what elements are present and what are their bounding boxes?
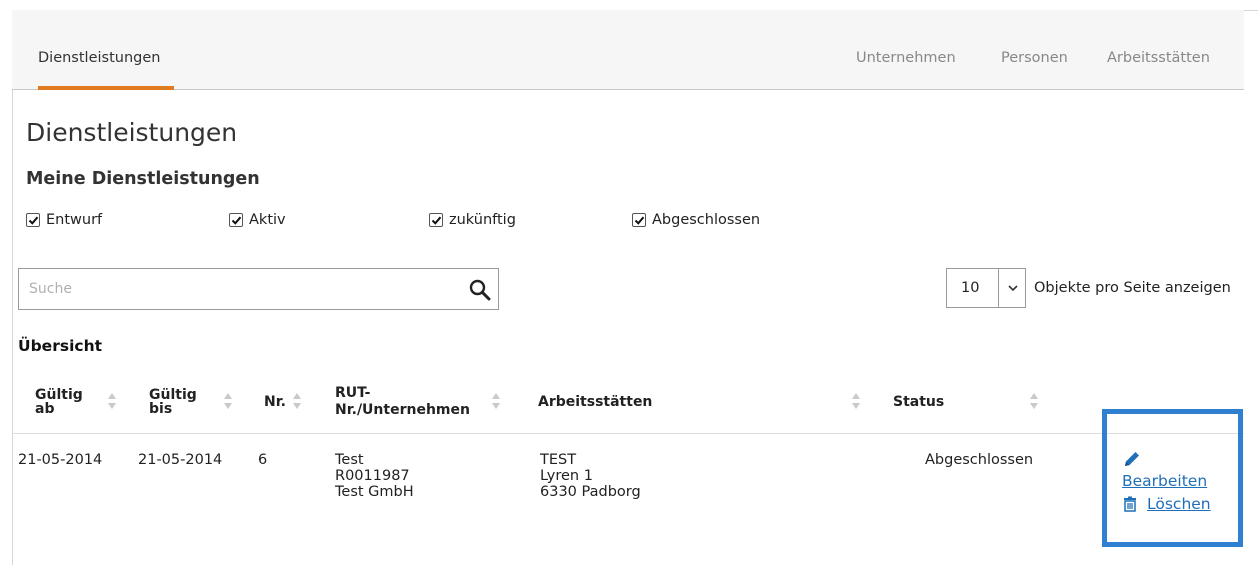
search-icon[interactable]	[468, 278, 492, 306]
filter-label: Entwurf	[46, 212, 103, 228]
tab-unternehmen[interactable]: Unternehmen	[856, 50, 956, 66]
filter-label: Aktiv	[249, 212, 286, 228]
search-input[interactable]: Suche	[18, 268, 499, 310]
filter-label: Abgeschlossen	[652, 212, 761, 228]
cell-nr: 6	[258, 452, 268, 468]
checkbox-checked-icon[interactable]	[229, 213, 243, 227]
cell-line: Lyren 1	[540, 468, 593, 484]
sort-icon[interactable]	[223, 392, 233, 410]
header-label: Status	[893, 394, 945, 410]
header-valid-from[interactable]: Gültig ab	[35, 388, 83, 416]
trash-icon[interactable]	[1122, 496, 1138, 516]
cell-line: 6330 Padborg	[540, 484, 641, 500]
cell-status: Abgeschlossen	[925, 452, 1034, 468]
cell-line: R0011987	[335, 468, 410, 484]
header-label: Arbeitsstätten	[538, 394, 653, 410]
checkbox-checked-icon[interactable]	[429, 213, 443, 227]
header-label: ab	[35, 401, 55, 417]
header-label: RUT-	[335, 385, 371, 401]
cell-line: Test	[335, 452, 364, 468]
header-nr[interactable]: Nr.	[264, 395, 286, 409]
cell-line: TEST	[540, 452, 577, 468]
sort-icon[interactable]	[292, 392, 302, 410]
filter-aktiv[interactable]: Aktiv	[229, 212, 286, 228]
cell-worksites: TEST Lyren 1 6330 Padborg	[540, 452, 641, 500]
page-size-label: Objekte pro Seite anzeigen	[1034, 280, 1231, 296]
sort-icon[interactable]	[107, 392, 117, 410]
edit-link[interactable]: Bearbeiten	[1122, 472, 1207, 490]
page-size-value: 10	[961, 280, 980, 296]
filter-abgeschlossen[interactable]: Abgeschlossen	[632, 212, 760, 228]
cell-valid-from: 21-05-2014	[18, 452, 103, 468]
header-label: Nr./Unternehmen	[335, 402, 470, 418]
filter-entwurf[interactable]: Entwurf	[26, 212, 102, 228]
header-label: Gültig	[35, 387, 83, 403]
chevron-down-icon[interactable]	[998, 269, 1026, 307]
tab-arbeitsstaetten[interactable]: Arbeitsstätten	[1107, 50, 1210, 66]
header-label: bis	[149, 401, 173, 417]
header-worksites[interactable]: Arbeitsstätten	[538, 395, 652, 409]
overview-title: Übersicht	[18, 337, 103, 355]
header-label: Nr.	[264, 394, 286, 410]
page-size-select[interactable]: 10	[946, 268, 1026, 308]
header-valid-to[interactable]: Gültig bis	[149, 388, 197, 416]
tab-dienstleistungen[interactable]: Dienstleistungen	[38, 50, 160, 66]
delete-link[interactable]: Löschen	[1147, 495, 1211, 513]
header-status[interactable]: Status	[893, 395, 944, 409]
sort-icon[interactable]	[851, 392, 861, 410]
sort-icon[interactable]	[1029, 392, 1039, 410]
checkbox-checked-icon[interactable]	[632, 213, 646, 227]
cell-valid-to: 21-05-2014	[138, 452, 223, 468]
cell-line: Test GmbH	[335, 484, 414, 500]
filter-label: zukünftig	[449, 212, 516, 228]
search-placeholder: Suche	[29, 281, 72, 297]
pencil-icon[interactable]	[1122, 449, 1142, 473]
checkbox-checked-icon[interactable]	[26, 213, 40, 227]
filter-zukuenftig[interactable]: zukünftig	[429, 212, 516, 228]
header-label: Gültig	[149, 387, 197, 403]
tab-personen[interactable]: Personen	[1001, 50, 1068, 66]
header-rut-company[interactable]: RUT- Nr./Unternehmen	[335, 386, 470, 417]
sort-icon[interactable]	[491, 392, 501, 410]
page-title: Dienstleistungen	[26, 118, 238, 147]
table-divider	[12, 433, 1244, 434]
section-title: Meine Dienstleistungen	[26, 169, 260, 189]
cell-rut-company: Test R0011987 Test GmbH	[335, 452, 414, 500]
active-tab-underline	[38, 86, 174, 90]
